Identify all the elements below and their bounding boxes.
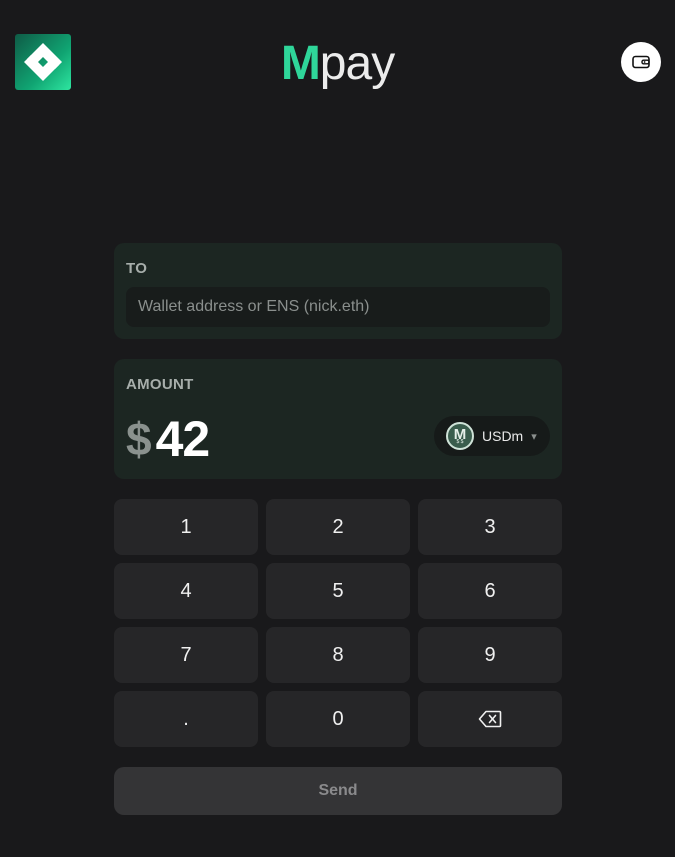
mpay-app: Mpay TO AMOUNT $ 42 M $ $ USDm ▾ 1 2 3 bbox=[0, 0, 675, 857]
token-selector[interactable]: M $ $ USDm ▾ bbox=[434, 416, 550, 456]
wallet-button[interactable] bbox=[621, 42, 661, 82]
key-8[interactable]: 8 bbox=[266, 627, 410, 683]
backspace-button[interactable] bbox=[418, 691, 562, 747]
key-7[interactable]: 7 bbox=[114, 627, 258, 683]
key-0[interactable]: 0 bbox=[266, 691, 410, 747]
token-coin-sub: $ $ bbox=[456, 439, 464, 445]
to-label: TO bbox=[126, 260, 148, 277]
key-9[interactable]: 9 bbox=[418, 627, 562, 683]
key-3[interactable]: 3 bbox=[418, 499, 562, 555]
chevron-down-icon: ▾ bbox=[531, 430, 537, 443]
recipient-address-input[interactable] bbox=[126, 287, 550, 327]
brand-pay: pay bbox=[319, 37, 395, 90]
amount-label: AMOUNT bbox=[126, 376, 194, 393]
backspace-icon bbox=[478, 710, 502, 728]
amount-card: AMOUNT $ 42 M $ $ USDm ▾ bbox=[114, 359, 562, 479]
key-decimal[interactable]: . bbox=[114, 691, 258, 747]
token-name: USDm bbox=[482, 428, 524, 444]
key-5[interactable]: 5 bbox=[266, 563, 410, 619]
numeric-keypad: 1 2 3 4 5 6 7 8 9 . 0 bbox=[114, 499, 562, 747]
send-button[interactable]: Send bbox=[114, 767, 562, 815]
recipient-card: TO bbox=[114, 243, 562, 339]
key-4[interactable]: 4 bbox=[114, 563, 258, 619]
usdm-token-icon: M $ $ bbox=[446, 422, 474, 450]
brand-m: M bbox=[280, 37, 321, 90]
amount-display: $ 42 bbox=[126, 411, 211, 467]
wallet-icon bbox=[632, 55, 650, 69]
currency-symbol: $ bbox=[126, 413, 152, 465]
amount-value: 42 bbox=[155, 411, 211, 467]
key-1[interactable]: 1 bbox=[114, 499, 258, 555]
key-2[interactable]: 2 bbox=[266, 499, 410, 555]
key-6[interactable]: 6 bbox=[418, 563, 562, 619]
brand-title: Mpay bbox=[0, 36, 675, 92]
